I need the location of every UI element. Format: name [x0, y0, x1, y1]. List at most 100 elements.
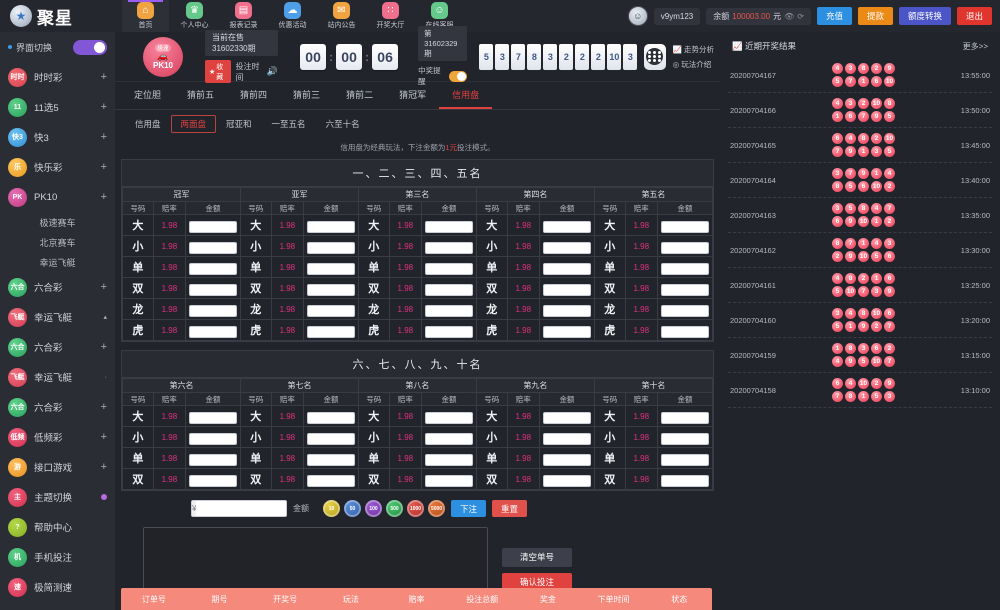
recent-more-link[interactable]: 更多>> — [963, 41, 988, 52]
subtab-1[interactable]: 两面盘 — [171, 115, 217, 133]
expand-icon[interactable]: + — [101, 161, 107, 173]
subtab-4[interactable]: 六至十名 — [316, 115, 370, 133]
bet-option-label[interactable]: 单 — [240, 448, 271, 469]
sidebar-item-1[interactable]: 1111选5+ — [0, 92, 115, 122]
bet-amount-cell-input[interactable] — [189, 433, 237, 445]
bet-amount-cell-input[interactable] — [543, 475, 591, 487]
tab-6[interactable]: 信用盘 — [439, 82, 492, 109]
place-bet-button[interactable]: 下注 — [451, 500, 486, 517]
chip-1000[interactable]: 1000 — [407, 500, 424, 517]
bet-amount-cell-input[interactable] — [425, 305, 473, 317]
clear-order-button[interactable]: 清空单号 — [502, 548, 572, 567]
sidebar-item-4[interactable]: PKPK10+ — [0, 182, 115, 212]
bet-amount-cell-input[interactable] — [661, 305, 709, 317]
bet-amount-cell-input[interactable] — [543, 221, 591, 233]
bet-amount-cell-input[interactable] — [543, 263, 591, 275]
expand-icon[interactable]: + — [101, 191, 107, 203]
bet-option-label[interactable]: 虎 — [123, 320, 154, 341]
bet-option-label[interactable]: 大 — [240, 215, 271, 236]
topnav-item-4[interactable]: ✉站内公告 — [318, 0, 365, 32]
chip-500[interactable]: 500 — [386, 500, 403, 517]
sidebar-subitem-1[interactable]: 北京赛车 — [0, 232, 115, 252]
bet-option-label[interactable]: 小 — [123, 427, 154, 448]
bet-option-label[interactable]: 龙 — [358, 299, 389, 320]
expand-icon[interactable]: + — [101, 71, 107, 83]
bet-amount-cell-input[interactable] — [543, 284, 591, 296]
expand-icon[interactable]: + — [101, 431, 107, 443]
bet-amount-cell-input[interactable] — [189, 412, 237, 424]
bet-amount-cell-input[interactable] — [425, 242, 473, 254]
bet-option-label[interactable]: 双 — [476, 278, 507, 299]
bet-amount-cell-input[interactable] — [307, 263, 355, 275]
tab-5[interactable]: 猜冠军 — [386, 82, 439, 109]
brand[interactable]: 聚星 — [0, 0, 115, 32]
trend-analysis-link[interactable]: 📈 走势分析 — [673, 44, 714, 55]
sidebar-subitem-2[interactable]: 幸运飞艇 — [0, 252, 115, 272]
sidebar-item-2[interactable]: 六合六合彩+ — [0, 332, 115, 362]
bet-amount-cell-input[interactable] — [661, 326, 709, 338]
bet-amount-cell-input[interactable] — [425, 412, 473, 424]
sidebar-item-5[interactable]: 低频低频彩+ — [0, 422, 115, 452]
bet-option-label[interactable]: 虎 — [476, 320, 507, 341]
bet-option-label[interactable]: 虎 — [358, 320, 389, 341]
tab-0[interactable]: 定位胆 — [121, 82, 174, 109]
bet-amount-cell-input[interactable] — [543, 454, 591, 466]
bet-amount-cell-input[interactable] — [307, 433, 355, 445]
bet-amount-cell-input[interactable] — [189, 475, 237, 487]
bet-amount-cell-input[interactable] — [189, 326, 237, 338]
bet-option-label[interactable]: 大 — [594, 215, 625, 236]
bet-option-label[interactable]: 单 — [123, 448, 154, 469]
bet-option-label[interactable]: 单 — [123, 257, 154, 278]
bet-amount-cell-input[interactable] — [543, 326, 591, 338]
tab-2[interactable]: 猜前四 — [227, 82, 280, 109]
bet-amount-cell-input[interactable] — [661, 284, 709, 296]
sidebar-item-0[interactable]: 六合六合彩+ — [0, 272, 115, 302]
bet-option-label[interactable]: 双 — [476, 469, 507, 490]
sidebar-item-2[interactable]: 机手机投注 — [0, 542, 115, 572]
expand-icon[interactable]: + — [101, 461, 107, 473]
sidebar-subitem-0[interactable]: 极速赛车 — [0, 212, 115, 232]
tab-3[interactable]: 猜前三 — [280, 82, 333, 109]
bet-option-label[interactable]: 双 — [240, 278, 271, 299]
bet-option-label[interactable]: 虎 — [240, 320, 271, 341]
rules-link[interactable]: ◎ 玩法介绍 — [673, 59, 714, 70]
expand-icon[interactable]: + — [101, 341, 107, 353]
bet-option-label[interactable]: 小 — [594, 427, 625, 448]
bet-option-label[interactable]: 双 — [358, 278, 389, 299]
sidebar-item-6[interactable]: 游接口游戏+ — [0, 452, 115, 482]
chip-100[interactable]: 100 — [365, 500, 382, 517]
bet-amount-cell-input[interactable] — [425, 221, 473, 233]
subtab-0[interactable]: 信用盘 — [125, 115, 171, 133]
eye-icon[interactable]: 👁 — [784, 12, 794, 21]
bet-option-label[interactable]: 大 — [476, 215, 507, 236]
win-notify-toggle[interactable] — [449, 71, 468, 82]
bet-amount-cell-input[interactable] — [425, 284, 473, 296]
bet-option-label[interactable]: 单 — [476, 448, 507, 469]
sidebar-item-3[interactable]: 飞艇幸运飞艇· — [0, 362, 115, 392]
logout-button[interactable]: 退出 — [957, 7, 992, 25]
bet-option-label[interactable]: 单 — [594, 257, 625, 278]
bet-option-label[interactable]: 双 — [594, 469, 625, 490]
bet-option-label[interactable]: 双 — [123, 278, 154, 299]
bet-option-label[interactable]: 大 — [476, 406, 507, 427]
bet-amount-cell-input[interactable] — [189, 305, 237, 317]
withdraw-button[interactable]: 提款 — [858, 7, 893, 25]
bet-amount-cell-input[interactable] — [189, 284, 237, 296]
expand-icon[interactable]: + — [101, 131, 107, 143]
bet-option-label[interactable]: 大 — [123, 406, 154, 427]
bet-amount-cell-input[interactable] — [661, 454, 709, 466]
bet-option-label[interactable]: 大 — [240, 406, 271, 427]
tab-4[interactable]: 猜前二 — [333, 82, 386, 109]
sidebar-item-2[interactable]: 快3快3+ — [0, 122, 115, 152]
bet-option-label[interactable]: 小 — [358, 427, 389, 448]
bet-option-label[interactable]: 大 — [358, 215, 389, 236]
bet-amount-cell-input[interactable] — [307, 454, 355, 466]
bet-option-label[interactable]: 大 — [594, 406, 625, 427]
chip-10[interactable]: 10 — [323, 500, 340, 517]
bet-option-label[interactable]: 单 — [358, 448, 389, 469]
sidebar-item-3[interactable]: 速极简测速 — [0, 572, 115, 602]
chip-50[interactable]: 50 — [344, 500, 361, 517]
bet-amount-cell-input[interactable] — [543, 412, 591, 424]
speaker-icon[interactable]: 🔊 — [267, 66, 278, 77]
bet-option-label[interactable]: 虎 — [594, 320, 625, 341]
